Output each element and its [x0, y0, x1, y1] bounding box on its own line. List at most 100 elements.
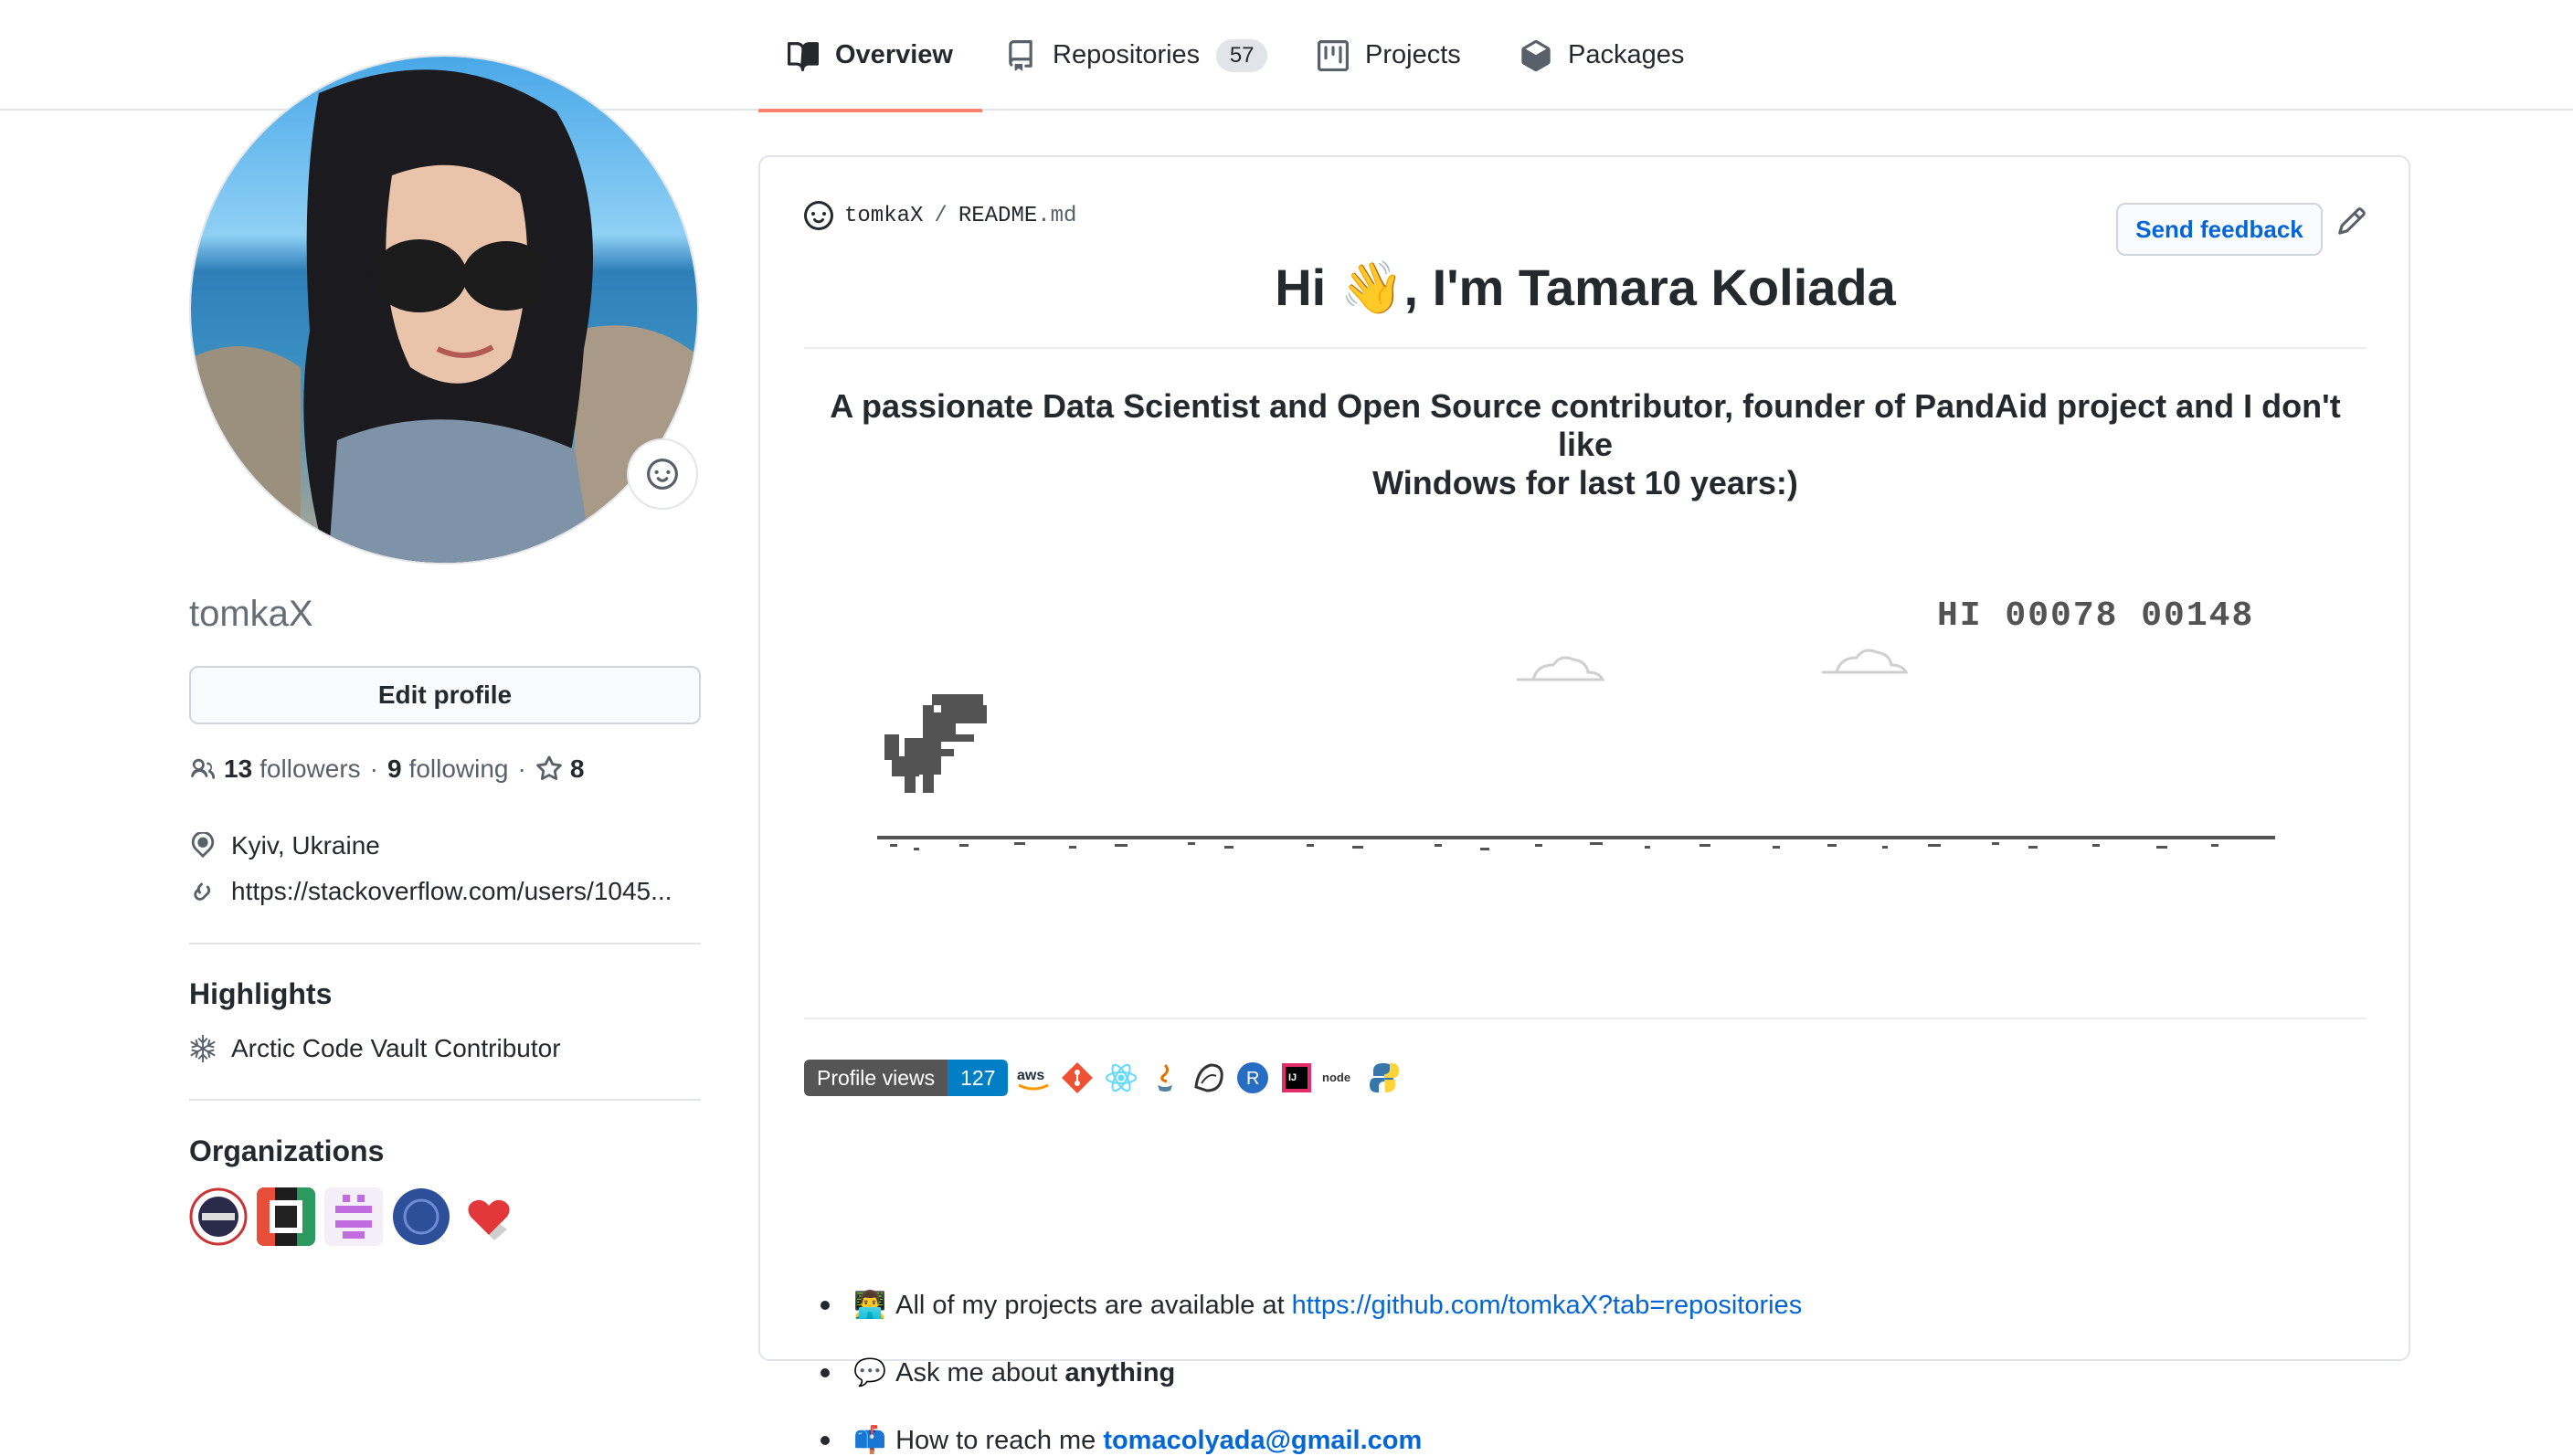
- svg-text:IJ: IJ: [1288, 1072, 1297, 1083]
- list-item: 💬 Ask me about anything: [800, 1357, 1175, 1388]
- nodejs-icon[interactable]: node: [1322, 1060, 1359, 1096]
- org-avatar[interactable]: [392, 1187, 450, 1246]
- tab-repositories[interactable]: Repositories 57: [976, 0, 1297, 111]
- section-rule: [804, 1018, 2367, 1019]
- org-logo-icon: [257, 1187, 315, 1246]
- kubeflow-icon[interactable]: [1191, 1060, 1227, 1096]
- java-icon[interactable]: [1147, 1060, 1183, 1096]
- following-link[interactable]: 9 following: [387, 754, 509, 784]
- intellij-icon[interactable]: IJ: [1278, 1060, 1315, 1096]
- bullet-dot: [821, 1301, 830, 1310]
- location-row: Kyiv, Ukraine: [189, 831, 380, 860]
- bullet-text: How to reach me: [895, 1425, 1096, 1455]
- readme-card: tomkaX / README.md Send feedback Hi 👋, I…: [758, 155, 2410, 1455]
- org-logo-icon: [324, 1187, 383, 1246]
- list-item: 👨‍💻 All of my projects are available at …: [800, 1290, 1802, 1321]
- tab-overview-label: Overview: [835, 40, 953, 69]
- cloud-icon: [1517, 656, 1605, 681]
- follow-stats: 13 followers · 9 following · 8: [189, 754, 584, 784]
- heading-rule: [804, 347, 2367, 349]
- bullet-text: All of my projects are available at: [895, 1290, 1285, 1320]
- python-icon[interactable]: [1366, 1060, 1403, 1096]
- bullet-dot: [821, 1436, 830, 1445]
- git-icon[interactable]: [1059, 1060, 1096, 1096]
- tagline-line-2: Windows for last 10 years:): [1372, 464, 1798, 501]
- send-feedback-button[interactable]: Send feedback: [2116, 203, 2323, 256]
- cloud-icon: [1822, 649, 1909, 674]
- project-icon: [1318, 39, 1349, 71]
- aws-icon[interactable]: aws: [1015, 1060, 1052, 1096]
- pencil-icon[interactable]: [2337, 206, 2367, 236]
- ground-line: [877, 836, 2275, 839]
- website-row: https://stackoverflow.com/users/1045...: [189, 877, 672, 906]
- profile-views-count: 127: [948, 1060, 1009, 1096]
- separator-dot: ·: [517, 754, 526, 783]
- profile-avatar[interactable]: [189, 55, 699, 564]
- path-separator: /: [934, 203, 948, 228]
- highlight-text: Arctic Code Vault Contributor: [231, 1034, 561, 1062]
- website-link[interactable]: https://stackoverflow.com/users/1045...: [231, 877, 672, 906]
- repo-icon: [1009, 39, 1032, 70]
- avatar-photo: [191, 57, 697, 563]
- readme-file-ext: .md: [1037, 203, 1077, 228]
- org-avatar[interactable]: [460, 1187, 518, 1246]
- tech-badges: Profile views 127 aws R IJ node: [804, 1060, 1403, 1096]
- snowflake-icon: [190, 1035, 216, 1062]
- readme-heading: Hi 👋, I'm Tamara Koliada: [1275, 258, 1896, 316]
- profile-views-label: Profile views: [804, 1060, 948, 1096]
- book-icon: [788, 41, 819, 71]
- org-avatar[interactable]: [257, 1187, 315, 1246]
- dino-icon: [884, 694, 987, 793]
- highlight-item: Arctic Code Vault Contributor: [189, 1034, 561, 1063]
- link-icon: [194, 882, 211, 901]
- stars-link[interactable]: 8: [535, 754, 585, 784]
- readme-user-link[interactable]: tomkaX: [844, 204, 923, 228]
- profile-views-badge: Profile views 127: [804, 1060, 1009, 1096]
- tab-projects[interactable]: Projects: [1288, 0, 1490, 111]
- org-avatar[interactable]: [324, 1187, 383, 1246]
- tagline-line-1: A passionate Data Scientist and Open Sou…: [830, 387, 2341, 463]
- highlights-title: Highlights: [189, 977, 333, 1010]
- bullet-text: Ask me about: [895, 1357, 1058, 1387]
- repositories-count-badge: 57: [1216, 38, 1268, 72]
- profile-username: tomkaX: [189, 594, 313, 634]
- svg-text:R: R: [1246, 1069, 1259, 1089]
- tab-overview[interactable]: Overview: [758, 0, 982, 112]
- bullet-dot: [821, 1368, 830, 1377]
- sidebar-divider: [189, 943, 701, 944]
- mailbox-emoji: 📫: [853, 1426, 887, 1455]
- react-icon[interactable]: [1103, 1060, 1139, 1096]
- org-logo-icon: [189, 1187, 248, 1246]
- readme-path: tomkaX / README.md: [804, 201, 1076, 230]
- list-item: 📫 How to reach me tomacolyada@gmail.com: [800, 1425, 1422, 1456]
- game-score-text: HI 00078 00148: [1937, 596, 2254, 636]
- organizations-title: Organizations: [189, 1134, 385, 1167]
- separator-dot: ·: [369, 754, 378, 783]
- readme-file-link[interactable]: README.md: [958, 204, 1077, 228]
- tab-packages-label: Packages: [1568, 40, 1685, 69]
- tab-packages[interactable]: Packages: [1491, 0, 1713, 111]
- following-count: 9: [386, 754, 402, 783]
- speech-bubble-emoji: 💬: [853, 1358, 887, 1387]
- ground-texture: [890, 842, 2218, 850]
- tab-projects-label: Projects: [1365, 40, 1461, 69]
- repositories-link[interactable]: https://github.com/tomkaX?tab=repositori…: [1292, 1291, 1803, 1321]
- sidebar-divider: [189, 1099, 701, 1101]
- svg-text:aws: aws: [1017, 1068, 1044, 1083]
- location-icon: [191, 832, 215, 859]
- r-language-icon[interactable]: R: [1234, 1060, 1271, 1096]
- followers-link[interactable]: 13 followers: [189, 754, 361, 784]
- package-icon: [1521, 39, 1551, 71]
- svg-text:node: node: [1322, 1071, 1350, 1084]
- set-status-button[interactable]: [627, 438, 698, 510]
- edit-profile-button[interactable]: Edit profile: [189, 666, 701, 724]
- following-label: following: [408, 754, 509, 783]
- org-avatar[interactable]: [189, 1187, 248, 1246]
- tab-repositories-label: Repositories: [1053, 40, 1201, 69]
- stars-count: 8: [569, 754, 585, 783]
- people-icon: [191, 758, 216, 779]
- readme-file-name: README: [958, 203, 1038, 228]
- email-link[interactable]: tomacolyada@gmail.com: [1103, 1426, 1422, 1456]
- location-text: Kyiv, Ukraine: [231, 831, 380, 860]
- dino-game-graphic: HI 00078 00148: [877, 596, 2275, 850]
